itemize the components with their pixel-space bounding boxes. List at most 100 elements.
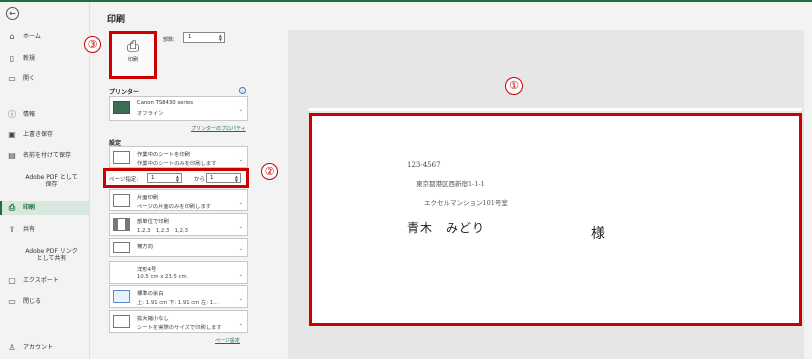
save-as-icon: ▤ [8, 151, 16, 160]
nav-item-label: 上書き保存 [23, 131, 54, 138]
nav-item-open[interactable]: ▭ 開く [0, 75, 89, 83]
nav-item-adobe-pdf-save[interactable]: Adobe PDF として保存 [0, 174, 80, 188]
chevron-down-icon: ⌄ [238, 200, 243, 206]
recipient-name: 青木 みどり [407, 221, 486, 235]
postal-code: 123-4567 [407, 161, 441, 169]
margins-select[interactable]: 標準の余白 上: 1.91 cm 下: 1.91 cm 左: 1... ⌄ [109, 285, 248, 308]
printer-icon: ⎙ [8, 203, 16, 212]
chevron-down-icon: ⌄ [238, 224, 243, 230]
printer-name: Canon TS8430 series [137, 100, 194, 106]
page-title: 印刷 [107, 15, 126, 25]
chevron-down-icon: ⌄ [238, 157, 243, 163]
page-to-value: 1 [210, 175, 214, 181]
nav-item-save[interactable]: ▣ 上書き保存 [0, 131, 89, 139]
orientation-title: 横方向 [137, 244, 153, 250]
nav-item-home[interactable]: ⌂ ホーム [0, 33, 89, 41]
share-icon: ⇪ [8, 225, 16, 234]
honorific: 様 [591, 226, 605, 242]
spinner-arrows-icon[interactable]: ▲ ▼ [235, 175, 238, 183]
paper-desc: 10.5 cm x 23.5 cm [137, 274, 187, 280]
nav-item-label: Adobe PDF として保存 [25, 174, 78, 188]
nav-item-label: 名前を付けて保存 [23, 152, 72, 159]
folder-icon: ▭ [8, 74, 16, 83]
nav-item-label: エクスポート [23, 277, 59, 284]
margins-icon [113, 290, 130, 303]
sheet-grid-icon [113, 151, 130, 164]
address-line-1: 東京都港区西新宿1-1-1 [416, 180, 485, 188]
nav-item-print[interactable]: ⎙ 印刷 [0, 201, 89, 215]
chevron-down-icon: ⌄ [238, 246, 243, 252]
spinner-arrows-icon[interactable]: ▲ ▼ [176, 175, 179, 183]
scaling-select[interactable]: 拡大縮小なし シートを実際のサイズで印刷します ⌄ [109, 310, 248, 333]
printer-properties-link[interactable]: プリンターのプロパティ [191, 125, 246, 132]
nav-item-label: 開く [23, 75, 36, 82]
nav-item-new[interactable]: ▯ 新規 [0, 55, 89, 63]
info-icon: ⓘ [8, 110, 16, 119]
nav-item-label: 共有 [23, 226, 36, 233]
home-icon: ⌂ [9, 32, 15, 41]
margins-desc: 上: 1.91 cm 下: 1.91 cm 左: 1... [137, 300, 219, 306]
sides-desc: ページの片面のみを印刷します [137, 204, 212, 210]
page-range-row: ページ指定: 1 ▲ ▼ から 1 ▲ ▼ [103, 168, 249, 188]
paper-size-select[interactable]: 洋形4号 10.5 cm x 23.5 cm ⌄ [109, 261, 248, 284]
spinner-arrows-icon[interactable]: ▲ ▼ [219, 34, 222, 42]
margins-title: 標準の余白 [137, 291, 164, 297]
save-icon: ▣ [8, 130, 16, 139]
pages-label: ページ指定: [109, 177, 139, 183]
nav-item-info[interactable]: ⓘ 情報 [0, 111, 89, 119]
nav-item-close[interactable]: ▭ 閉じる [0, 298, 89, 306]
nav-item-adobe-pdf-link[interactable]: Adobe PDF リンクとして共有 [0, 248, 80, 262]
page-setup-link[interactable]: ページ設定 [215, 337, 240, 344]
nav-item-label: ホーム [23, 33, 41, 40]
nav-item-label: 情報 [23, 111, 36, 118]
printer-icon: ⎙ [126, 37, 139, 55]
close-file-icon: ▭ [8, 297, 16, 306]
nav-item-label: 印刷 [23, 204, 36, 211]
print-button[interactable]: ⎙ 印刷 [109, 31, 157, 79]
scaling-desc: シートを実際のサイズで印刷します [137, 325, 222, 331]
collate-select[interactable]: 部単位で印刷 1,2,3 1,2,3 1,2,3 ⌄ [109, 213, 248, 236]
nav-item-share[interactable]: ⇪ 共有 [0, 226, 89, 234]
back-arrow-icon[interactable]: ← [6, 7, 19, 20]
nav-item-label: Adobe PDF リンクとして共有 [25, 248, 78, 262]
print-scope-select[interactable]: 作業中のシートを印刷 作業中のシートのみを印刷します ⌄ [109, 146, 248, 168]
page-from-value: 1 [151, 175, 155, 181]
print-button-label: 印刷 [127, 57, 138, 63]
nav-item-label: 閉じる [23, 298, 42, 305]
nav-item-save-as[interactable]: ▤ 名前を付けて保存 [0, 152, 89, 160]
printer-select[interactable]: Canon TS8430 series オフライン ⌄ [109, 96, 248, 121]
nav-item-label: アカウント [23, 344, 54, 351]
landscape-icon [113, 242, 130, 253]
new-document-icon: ▯ [9, 54, 15, 63]
orientation-select[interactable]: 横方向 ⌄ [109, 238, 248, 257]
chevron-down-icon: ⌄ [238, 272, 243, 278]
page-to-input[interactable]: 1 ▲ ▼ [206, 173, 241, 183]
sides-title: 片面印刷 [137, 195, 159, 201]
paper-title: 洋形4号 [137, 267, 157, 273]
callout-1: ① [505, 77, 523, 95]
scope-title: 作業中のシートを印刷 [137, 152, 190, 158]
callout-2: ② [261, 163, 278, 180]
preview-page: 123-4567 東京都港区西新宿1-1-1 エクセルマンション101号室 青木… [309, 113, 802, 326]
paper-size-icon [113, 266, 130, 279]
export-icon: ▢ [8, 276, 16, 285]
backstage-nav: ← ⌂ ホーム ▯ 新規 ▭ 開く ⓘ 情報 ▣ 上書き保存 ▤ 名前を付けて保… [0, 2, 90, 359]
pages-to-label: から [194, 177, 206, 183]
printer-device-icon [113, 101, 130, 114]
scaling-title: 拡大縮小なし [137, 316, 169, 322]
no-scaling-icon [113, 315, 130, 328]
callout-3: ③ [84, 36, 101, 53]
one-sided-icon [113, 194, 130, 207]
address-line-2: エクセルマンション101号室 [424, 199, 508, 207]
copies-input[interactable]: 1 ▲ ▼ [183, 32, 225, 43]
info-icon[interactable]: i [239, 87, 246, 94]
page-from-input[interactable]: 1 ▲ ▼ [147, 173, 182, 183]
chevron-down-icon: ⌄ [238, 296, 243, 302]
nav-item-export[interactable]: ▢ エクスポート [0, 277, 89, 285]
chevron-down-icon: ⌄ [238, 321, 243, 327]
chevron-down-icon: ⌄ [238, 107, 243, 113]
nav-item-account[interactable]: ♙ アカウント [0, 344, 89, 352]
nav-item-label: 新規 [23, 55, 36, 62]
copies-label: 部数: [163, 37, 175, 43]
sides-select[interactable]: 片面印刷 ページの片面のみを印刷します ⌄ [109, 189, 248, 211]
